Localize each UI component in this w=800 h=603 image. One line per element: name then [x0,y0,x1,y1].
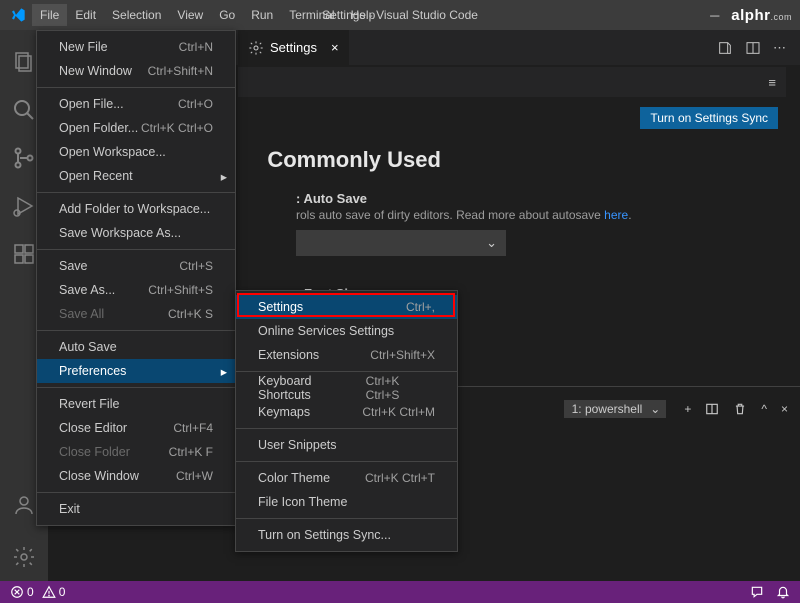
submenu-item-color-theme[interactable]: Color ThemeCtrl+K Ctrl+T [236,466,457,490]
open-settings-json-icon[interactable] [717,40,733,56]
menu-item-save[interactable]: SaveCtrl+S [37,254,235,278]
status-warnings[interactable]: 0 [42,585,66,599]
autosave-description: rols auto save of dirty editors. Read mo… [296,208,800,222]
titlebar: File Edit Selection View Go Run Terminal… [0,0,800,30]
menu-item-open-recent[interactable]: Open Recent▸ [37,164,235,188]
preferences-submenu: SettingsCtrl+,Online Services SettingsEx… [235,290,458,552]
feedback-icon[interactable] [750,585,764,599]
submenu-item-extensions[interactable]: ExtensionsCtrl+Shift+X [236,343,457,367]
submenu-item-user-snippets[interactable]: User Snippets [236,433,457,457]
submenu-item-online-services-settings[interactable]: Online Services Settings [236,319,457,343]
terminal-select[interactable]: 1: powershell⌄ [564,400,667,418]
new-terminal-icon[interactable]: + [684,402,691,416]
submenu-item-keymaps[interactable]: KeymapsCtrl+K Ctrl+M [236,400,457,424]
menu-item-save-as-[interactable]: Save As...Ctrl+Shift+S [37,278,235,302]
chevron-right-icon: ▸ [221,364,227,379]
status-bar: 0 0 [0,581,800,603]
window-controls: ─ alphr.com [710,7,792,24]
close-panel-icon[interactable]: × [781,402,788,416]
brand-logo: alphr.com [731,7,792,24]
menu-selection[interactable]: Selection [104,4,169,26]
menu-item-save-all[interactable]: Save AllCtrl+K S [37,302,235,326]
menu-run[interactable]: Run [243,4,281,26]
kill-terminal-icon[interactable] [733,402,747,416]
menu-item-new-window[interactable]: New WindowCtrl+Shift+N [37,59,235,83]
notifications-icon[interactable] [776,585,790,599]
menu-go[interactable]: Go [211,4,243,26]
menu-item-revert-file[interactable]: Revert File [37,392,235,416]
submenu-item-file-icon-theme[interactable]: File Icon Theme [236,490,457,514]
chevron-down-icon: ⌄ [650,402,660,416]
menu-item-add-folder-to-workspace-[interactable]: Add Folder to Workspace... [37,197,235,221]
split-editor-icon[interactable] [745,40,761,56]
menu-item-exit[interactable]: Exit [37,497,235,521]
heading-commonly-used: CoCommonly Used [296,147,800,173]
settings-gear-icon[interactable] [0,533,48,581]
turn-on-settings-sync-button[interactable]: Turn on Settings Sync [640,107,778,129]
submenu-item-turn-on-settings-sync-[interactable]: Turn on Settings Sync... [236,523,457,547]
window-title: Settings - Visual Studio Code [322,8,478,22]
autosave-here-link[interactable]: here [604,208,628,222]
chevron-right-icon: ▸ [221,169,227,184]
menu-item-close-window[interactable]: Close WindowCtrl+W [37,464,235,488]
menu-file[interactable]: File [32,4,67,26]
minimize-icon[interactable]: ─ [710,8,719,23]
close-icon[interactable]: × [331,40,339,55]
vscode-logo-icon [10,7,26,23]
gear-icon [248,40,264,56]
menu-edit[interactable]: Edit [67,4,104,26]
file-menu-dropdown: New FileCtrl+NNew WindowCtrl+Shift+N Open… [36,30,236,526]
autosave-dropdown[interactable]: ⌄ [296,230,506,256]
warning-icon [42,585,56,599]
menu-item-open-file-[interactable]: Open File...Ctrl+O [37,92,235,116]
submenu-item-keyboard-shortcuts[interactable]: Keyboard ShortcutsCtrl+K Ctrl+S [236,376,457,400]
maximize-panel-icon[interactable]: ^ [761,402,767,416]
status-errors[interactable]: 0 [10,585,34,599]
split-terminal-icon[interactable] [705,402,719,416]
menu-item-close-folder[interactable]: Close FolderCtrl+K F [37,440,235,464]
menu-item-close-editor[interactable]: Close EditorCtrl+F4 [37,416,235,440]
filter-icon[interactable]: ≡ [768,75,776,90]
menu-item-open-workspace-[interactable]: Open Workspace... [37,140,235,164]
settings-search-bar[interactable]: ≡ [238,67,786,97]
more-icon[interactable]: ⋯ [773,40,786,56]
tab-settings[interactable]: Settings × [238,30,349,65]
menu-view[interactable]: View [169,4,211,26]
submenu-item-settings[interactable]: SettingsCtrl+, [236,295,457,319]
error-icon [10,585,24,599]
autosave-label: : Auto Save [296,191,800,206]
chevron-down-icon: ⌄ [486,235,497,251]
menu-item-save-workspace-as-[interactable]: Save Workspace As... [37,221,235,245]
menu-item-new-file[interactable]: New FileCtrl+N [37,35,235,59]
menu-item-preferences[interactable]: Preferences▸ [37,359,235,383]
menu-item-open-folder-[interactable]: Open Folder...Ctrl+K Ctrl+O [37,116,235,140]
menu-item-auto-save[interactable]: Auto Save [37,335,235,359]
tab-label: Settings [270,40,317,55]
